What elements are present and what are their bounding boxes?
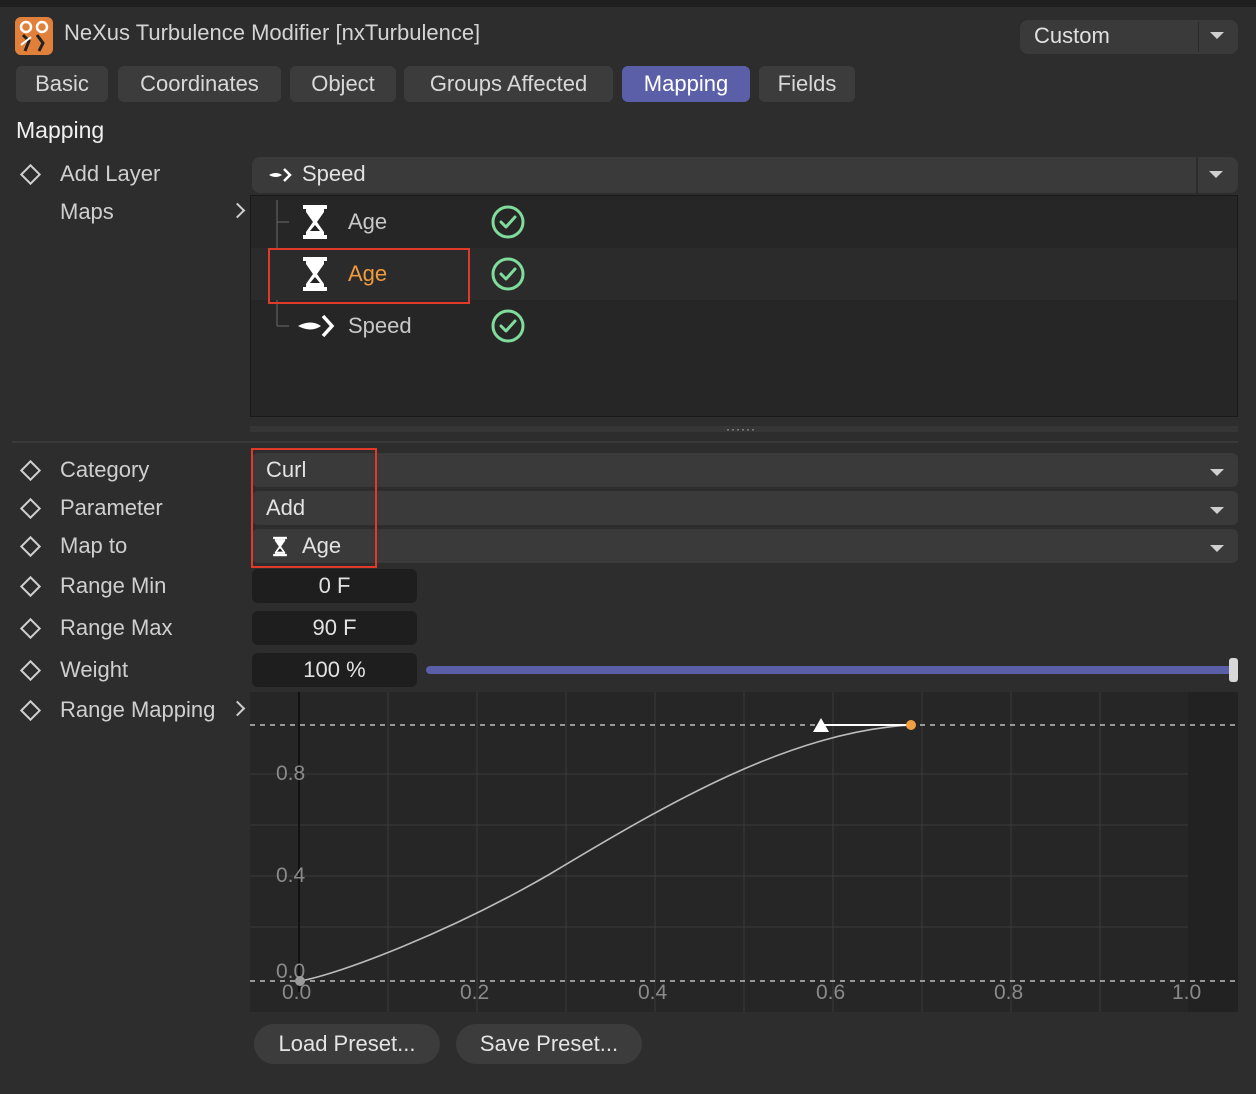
x-tick-label: 1.0 <box>1172 981 1201 1004</box>
tab-basic[interactable]: Basic <box>16 66 108 102</box>
curve-end-point[interactable] <box>906 720 916 730</box>
tab-fields[interactable]: Fields <box>759 66 855 102</box>
weight-slider-handle[interactable] <box>1229 658 1238 682</box>
list-item[interactable]: Speed <box>251 300 1237 352</box>
chevron-right-icon[interactable] <box>229 202 246 219</box>
keyframe-diamond-icon[interactable] <box>19 163 42 186</box>
check-circle-icon[interactable] <box>491 205 525 239</box>
maps-list[interactable]: Age Age Speed <box>250 195 1238 417</box>
dropdown-separator <box>1196 157 1198 193</box>
tab-groups-affected[interactable]: Groups Affected <box>404 66 613 102</box>
hourglass-icon <box>303 257 327 291</box>
nexus-app-icon <box>15 17 53 55</box>
load-preset-button[interactable]: Load Preset... <box>254 1024 440 1064</box>
check-circle-icon[interactable] <box>491 257 525 291</box>
category-dropdown[interactable]: Curl <box>252 453 1238 487</box>
chevron-down-icon[interactable] <box>1209 171 1223 178</box>
window-top-edge <box>0 0 1256 7</box>
resize-grip-icon[interactable]: ······ <box>726 422 756 436</box>
chevron-down-icon[interactable] <box>1210 507 1224 514</box>
curve-start-point[interactable] <box>295 976 305 986</box>
tab-object[interactable]: Object <box>290 66 396 102</box>
range-min-field[interactable]: 0 F <box>252 569 417 603</box>
keyframe-diamond-icon[interactable] <box>19 497 42 520</box>
tab-coordinates[interactable]: Coordinates <box>118 66 281 102</box>
speed-icon <box>298 314 335 338</box>
list-item-selected[interactable]: Age <box>251 248 1237 304</box>
save-preset-button[interactable]: Save Preset... <box>456 1024 642 1064</box>
keyframe-diamond-icon[interactable] <box>19 535 42 558</box>
map-label: Age <box>348 261 388 286</box>
chevron-down-icon[interactable] <box>1210 545 1224 552</box>
keyframe-diamond-icon[interactable] <box>19 617 42 640</box>
y-tick-label: 0.4 <box>276 864 306 887</box>
weight-field[interactable]: 100 % <box>252 653 417 687</box>
speed-icon <box>269 168 292 182</box>
section-title: Mapping <box>16 117 105 143</box>
parameter-label: Parameter <box>60 495 163 520</box>
keyframe-diamond-icon[interactable] <box>19 459 42 482</box>
section-divider <box>12 441 1238 443</box>
y-tick-label: 0.8 <box>276 762 305 785</box>
x-tick-label: 0.6 <box>816 981 845 1004</box>
keyframe-diamond-icon[interactable] <box>19 699 42 722</box>
weight-label: Weight <box>60 657 129 682</box>
range-min-label: Range Min <box>60 573 167 598</box>
range-mapping-graph[interactable]: 0.8 0.4 0.0 0.0 0.2 0.4 0.6 0.8 1.0 <box>250 692 1238 1012</box>
range-mapping-label: Range Mapping <box>60 697 216 722</box>
preset-dropdown[interactable]: Custom <box>1020 20 1238 54</box>
preset-separator <box>1198 22 1199 52</box>
weight-slider[interactable] <box>426 666 1232 674</box>
panel-title: NeXus Turbulence Modifier [nxTurbulence] <box>64 20 481 45</box>
range-max-label: Range Max <box>60 615 173 640</box>
add-layer-label: Add Layer <box>60 161 161 186</box>
map-label: Speed <box>348 313 412 338</box>
keyframe-diamond-icon[interactable] <box>19 575 42 598</box>
tab-mapping[interactable]: Mapping <box>622 66 750 102</box>
add-layer-dropdown[interactable]: Speed <box>252 157 1238 193</box>
chevron-down-icon[interactable] <box>1210 469 1224 476</box>
mapping-curve[interactable] <box>299 724 912 982</box>
hourglass-icon <box>303 205 327 239</box>
add-layer-value: Speed <box>302 161 366 186</box>
map-to-dropdown[interactable]: Age <box>252 529 1238 563</box>
category-label: Category <box>60 457 150 482</box>
chevron-right-icon[interactable] <box>229 700 246 717</box>
keyframe-diamond-icon[interactable] <box>19 659 42 682</box>
chevron-down-icon[interactable] <box>1210 32 1224 39</box>
curve-editor[interactable]: 0.8 0.4 0.0 0.0 0.2 0.4 0.6 0.8 1.0 <box>250 692 1238 1012</box>
range-max-field[interactable]: 90 F <box>252 611 417 645</box>
x-tick-label: 0.8 <box>994 981 1023 1004</box>
check-circle-icon[interactable] <box>491 309 525 343</box>
list-item[interactable]: Age <box>251 196 1237 248</box>
graph-right-shade <box>1188 692 1238 1012</box>
preset-value: Custom <box>1034 23 1110 48</box>
parameter-dropdown[interactable]: Add <box>252 491 1238 525</box>
maps-label: Maps <box>60 199 114 224</box>
map-to-label: Map to <box>60 533 128 558</box>
highlight-box <box>251 448 377 568</box>
map-label: Age <box>348 209 388 234</box>
x-tick-label: 0.2 <box>460 981 489 1004</box>
x-tick-label: 0.4 <box>638 981 668 1004</box>
